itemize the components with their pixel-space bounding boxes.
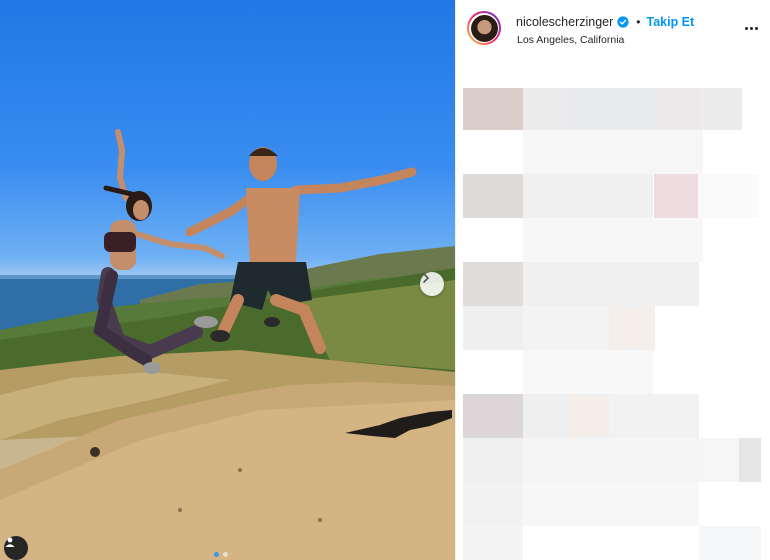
user-tag-icon	[5, 537, 15, 547]
avatar[interactable]	[467, 11, 501, 45]
blurred-comments	[456, 60, 770, 560]
photo-scene	[0, 129, 455, 560]
tagged-users-button[interactable]	[4, 536, 28, 560]
post-header: nicolescherzinger • Takip Et Los Angeles…	[456, 0, 770, 60]
carousel-dot	[223, 552, 228, 557]
post-sidebar: nicolescherzinger • Takip Et Los Angeles…	[455, 0, 770, 560]
follow-button[interactable]: Takip Et	[646, 15, 694, 29]
carousel-dot	[214, 552, 219, 557]
carousel-indicator	[214, 552, 228, 557]
next-slide-button[interactable]	[420, 272, 444, 296]
username-link[interactable]: nicolescherzinger	[516, 15, 613, 29]
location-link[interactable]: Los Angeles, California	[517, 34, 624, 46]
chevron-right-icon	[423, 273, 429, 283]
verified-badge-icon	[617, 16, 629, 28]
separator-dot: •	[636, 15, 641, 29]
more-options-icon[interactable]	[745, 23, 758, 34]
post-photo[interactable]	[0, 0, 455, 560]
username-row: nicolescherzinger • Takip Et	[516, 15, 694, 29]
